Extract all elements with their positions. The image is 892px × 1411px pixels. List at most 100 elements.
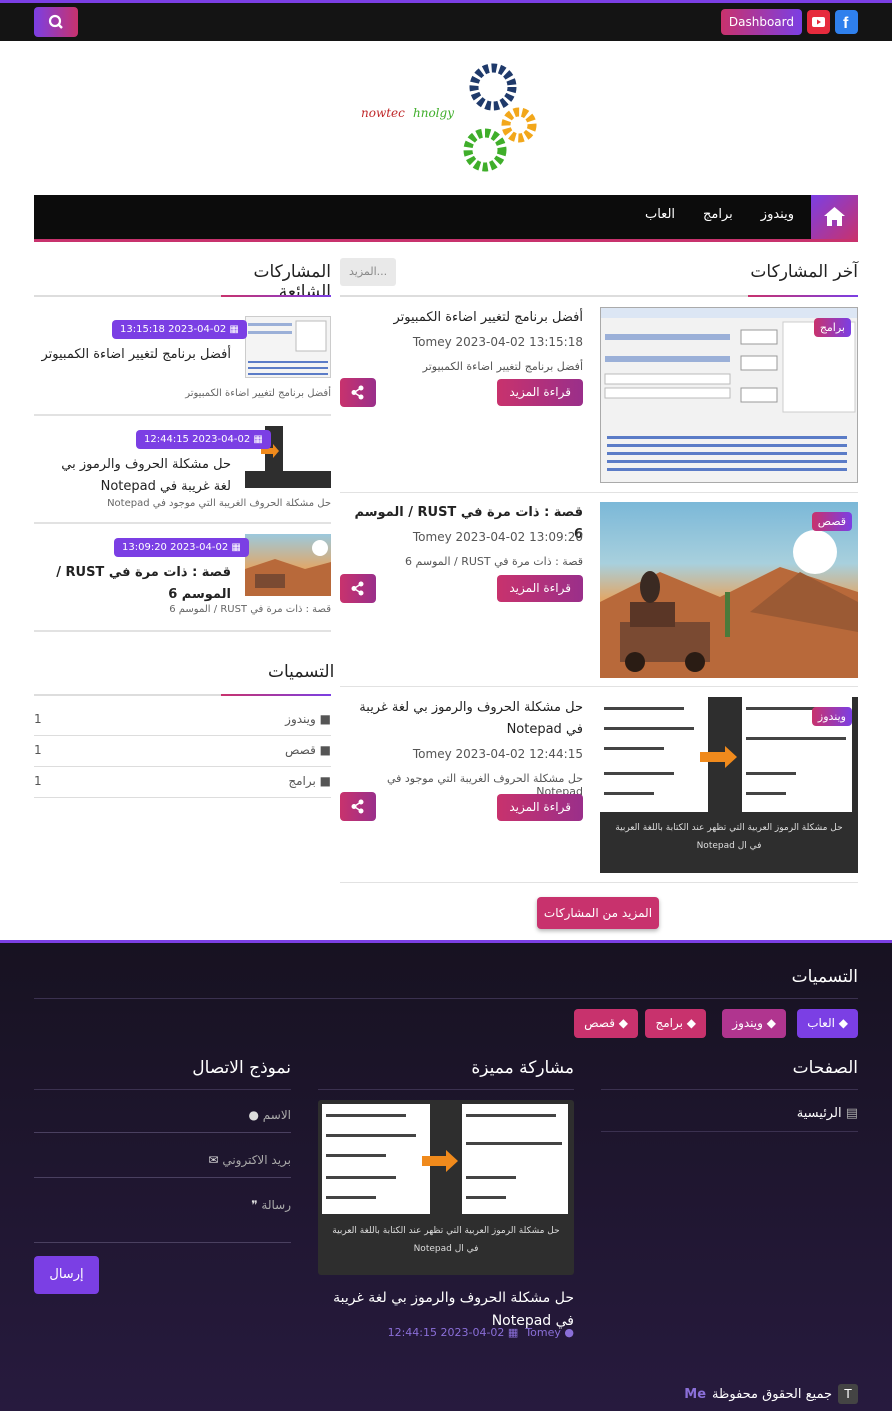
popular-title[interactable]: حل مشكلة الحروف والرموز بي لغة غريبة في … xyxy=(41,454,231,498)
read-more-button[interactable]: قراءة المزيد xyxy=(497,794,583,821)
label-name[interactable]: ■ قصص xyxy=(285,743,331,757)
read-more-button[interactable]: قراءة المزيد xyxy=(497,379,583,406)
main-navbar: ويندوز برامج العاب xyxy=(34,195,858,242)
svg-text:nowtec: nowtec xyxy=(361,106,405,120)
name-field[interactable]: الاسم ● xyxy=(34,1103,291,1133)
thumbnail-caption: في ال Notepad xyxy=(696,841,762,851)
featured-post-meta: 12:44:15 2023-04-02 ▦ Tomey ● xyxy=(387,1326,574,1339)
brand-link[interactable]: Me xyxy=(684,1387,706,1402)
share-icon xyxy=(351,581,364,596)
post-thumbnail[interactable]: قصص xyxy=(600,502,858,678)
page-icon: ▤ xyxy=(845,1106,858,1121)
footer-tag[interactable]: ◆ العاب xyxy=(797,1009,858,1038)
post-card: قصص قصة : ذات مرة في RUST / الموسم 6 13:… xyxy=(340,493,858,687)
label-item[interactable]: 1 ■ ويندوز xyxy=(34,706,331,736)
folder-icon: ■ xyxy=(319,774,331,788)
thumbnail-caption: حل مشكلة الرموز العربية التي تظهر عند ال… xyxy=(332,1226,560,1236)
youtube-icon[interactable] xyxy=(807,10,830,34)
post-meta: 13:15:18 2023-04-02 Tomey xyxy=(412,335,583,349)
folder-icon: ■ xyxy=(319,743,331,757)
labels-title: التسميات xyxy=(268,662,335,682)
more-posts-button[interactable]: المزيد من المشاركات xyxy=(537,897,659,929)
post-excerpt: قصة : ذات مرة في RUST / الموسم 6 xyxy=(405,555,583,568)
nav-item-windows[interactable]: ويندوز xyxy=(761,207,794,222)
tag-icon: ◆ xyxy=(686,1016,696,1030)
email-field[interactable]: بريد الاكتروني ✉ xyxy=(34,1148,291,1178)
dashboard-button[interactable]: Dashboard xyxy=(720,9,802,35)
contact-form-title: نموذج الاتصال xyxy=(192,1058,291,1078)
page-link-home[interactable]: ▤ الرئيسية xyxy=(797,1106,858,1121)
contact-divider xyxy=(34,1089,291,1090)
post-category-badge[interactable]: برامج xyxy=(813,318,851,337)
popular-title[interactable]: أفضل برنامج لتغيير اضاءة الكمبيوتر xyxy=(41,344,231,366)
share-icon xyxy=(351,799,364,814)
popular-date: 13:09:20 2023-04-02 ▦ xyxy=(114,538,249,557)
mail-icon: ✉ xyxy=(208,1153,219,1167)
nav-item-games[interactable]: العاب xyxy=(645,207,675,222)
calendar-icon: ▦ xyxy=(231,542,241,553)
label-item[interactable]: 1 ■ برامج xyxy=(34,768,331,798)
copyright: T جميع الحقوق محفوظة Me xyxy=(684,1384,858,1404)
footer: التسميات ◆ العاب ◆ ويندوز ◆ برامج ◆ قصص … xyxy=(0,940,892,1411)
read-more-button[interactable]: قراءة المزيد xyxy=(497,575,583,602)
popular-excerpt: أفضل برنامج لتغيير اضاءة الكمبيوتر xyxy=(185,388,331,399)
label-count: 1 xyxy=(34,774,42,788)
send-button[interactable]: إرسال xyxy=(34,1256,99,1294)
share-button[interactable] xyxy=(340,792,376,821)
post-meta: 12:44:15 2023-04-02 Tomey xyxy=(412,747,583,761)
featured-title: مشاركة مميزة xyxy=(471,1058,574,1078)
pages-title: الصفحات xyxy=(792,1058,858,1078)
thumbnail-caption: حل مشكلة الرموز العربية التي تظهر عند ال… xyxy=(615,823,843,833)
label-count: 1 xyxy=(34,743,42,757)
facebook-icon[interactable]: f xyxy=(835,10,858,34)
nav-item-programs[interactable]: برامج xyxy=(703,207,733,222)
brand-icon: T xyxy=(838,1384,858,1404)
tag-icon: ◆ xyxy=(838,1016,848,1030)
popular-item: 13:15:18 2023-04-02 ▦ أفضل برنامج لتغيير… xyxy=(34,306,331,416)
post-card: برامج أفضل برنامج لتغيير اضاءة الكمبيوتر… xyxy=(340,305,858,493)
user-icon: ● xyxy=(248,1108,259,1122)
home-button[interactable] xyxy=(811,195,858,239)
popular-thumbnail[interactable] xyxy=(245,316,331,378)
featured-thumbnail[interactable]: حل مشكلة الرموز العربية التي تظهر عند ال… xyxy=(318,1100,574,1275)
footer-labels-title: التسميات xyxy=(791,967,858,987)
post-thumbnail[interactable]: حل مشكلة الرموز العربية التي تظهر عند ال… xyxy=(600,697,858,873)
calendar-icon: ▦ xyxy=(229,324,239,335)
footer-tag[interactable]: ◆ ويندوز xyxy=(722,1009,786,1038)
share-button[interactable] xyxy=(340,378,376,407)
footer-tag[interactable]: ◆ برامج xyxy=(645,1009,706,1038)
post-card: حل مشكلة الرموز العربية التي تظهر عند ال… xyxy=(340,687,858,883)
quote-icon: ❞ xyxy=(251,1198,258,1212)
search-button[interactable] xyxy=(34,7,78,37)
post-category-badge[interactable]: ويندوز xyxy=(811,707,852,726)
post-title[interactable]: حل مشكلة الحروف والرموز بي لغة غريبة في … xyxy=(345,697,583,741)
svg-text:f: f xyxy=(843,15,849,32)
share-icon xyxy=(351,385,364,400)
tag-icon: ◆ xyxy=(618,1016,628,1030)
popular-excerpt: حل مشكلة الحروف الغريبة التي موجود في No… xyxy=(107,498,331,509)
home-icon xyxy=(824,207,845,226)
popular-thumbnail[interactable] xyxy=(245,534,331,596)
footer-tag[interactable]: ◆ قصص xyxy=(574,1009,638,1038)
label-item[interactable]: 1 ■ قصص xyxy=(34,737,331,767)
label-count: 1 xyxy=(34,712,42,726)
post-excerpt: أفضل برنامج لتغيير اضاءة الكمبيوتر xyxy=(422,360,583,373)
user-icon: ● xyxy=(564,1326,574,1339)
labels-underline xyxy=(34,694,331,696)
popular-title[interactable]: قصة : ذات مرة في RUST / الموسم 6 xyxy=(41,562,231,606)
calendar-icon: ▦ xyxy=(507,1326,519,1339)
more-link[interactable]: المزيد... xyxy=(340,258,397,286)
post-thumbnail[interactable]: برامج xyxy=(600,307,858,483)
share-button[interactable] xyxy=(340,574,376,603)
label-name[interactable]: ■ ويندوز xyxy=(285,712,331,726)
post-title[interactable]: أفضل برنامج لتغيير اضاءة الكمبيوتر xyxy=(345,307,583,329)
message-field[interactable]: رسالة ❞ xyxy=(34,1193,291,1243)
label-name[interactable]: ■ برامج xyxy=(288,774,331,788)
post-category-badge[interactable]: قصص xyxy=(811,512,852,531)
latest-posts-title: آخر المشاركات xyxy=(750,262,858,282)
popular-underline xyxy=(34,295,331,297)
popular-item: 13:09:20 2023-04-02 ▦ قصة : ذات مرة في R… xyxy=(34,524,331,632)
folder-icon: ■ xyxy=(319,712,331,726)
thumbnail-caption: في ال Notepad xyxy=(413,1244,479,1254)
site-logo[interactable]: nowtec hnolgy xyxy=(355,55,555,180)
